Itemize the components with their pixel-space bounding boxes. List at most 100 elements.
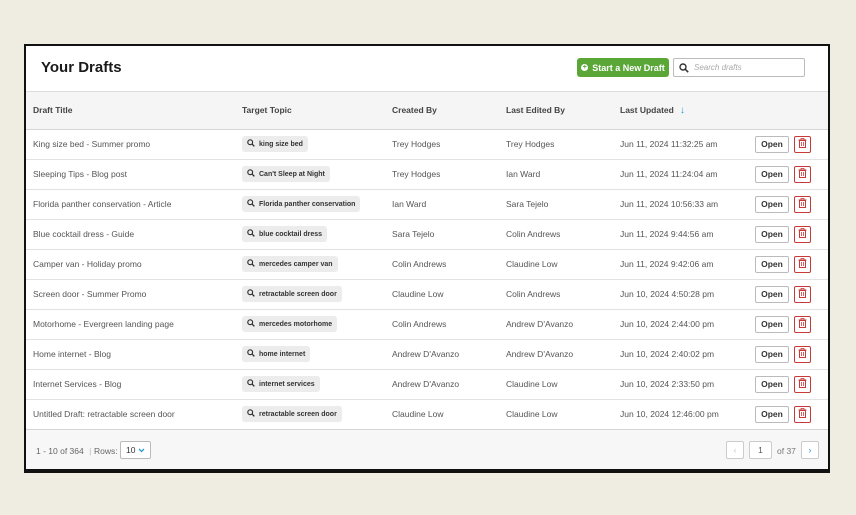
draft-title: Motorhome - Evergreen landing page xyxy=(33,319,174,329)
next-page-button[interactable]: › xyxy=(801,441,819,459)
start-new-draft-button[interactable]: + Start a New Draft xyxy=(577,58,669,77)
sort-descending-icon[interactable]: ↓ xyxy=(680,105,685,116)
target-topic-cell: blue cocktail dress xyxy=(235,219,385,249)
search-icon xyxy=(247,409,255,419)
previous-page-button[interactable]: ‹ xyxy=(726,441,744,459)
row-actions-group: Open xyxy=(755,315,828,333)
page-number-input[interactable]: 1 xyxy=(749,441,772,459)
rows-per-page-label: Rows: xyxy=(94,446,118,456)
last-edited-by: Andrew D'Avanzo xyxy=(506,349,574,359)
topic-tag: home internet xyxy=(242,346,311,362)
table-row[interactable]: Florida panther conservation - Article Fl… xyxy=(26,189,828,219)
result-range: 1 - 10 of 364 | xyxy=(36,446,91,456)
open-button[interactable]: Open xyxy=(755,225,789,243)
search-input[interactable] xyxy=(694,63,798,72)
draft-title: Internet Services - Blog xyxy=(33,379,122,389)
delete-button[interactable] xyxy=(794,285,811,303)
column-header-last-updated-label: Last Updated xyxy=(620,104,674,115)
page-title: Your Drafts xyxy=(41,59,122,76)
rows-per-page-value: 10 xyxy=(126,445,136,455)
last-updated: Jun 11, 2024 11:24:04 am xyxy=(620,169,718,179)
table-row[interactable]: Untitled Draft: retractable screen door r… xyxy=(26,399,828,429)
search-box[interactable] xyxy=(673,58,805,77)
open-button[interactable]: Open xyxy=(755,195,789,213)
topic-label: blue cocktail dress xyxy=(259,230,323,238)
open-button[interactable]: Open xyxy=(755,405,789,423)
target-topic-cell: mercedes camper van xyxy=(235,249,385,279)
column-header-last-updated[interactable]: Last Updated ↓ xyxy=(613,92,748,129)
target-topic-cell: internet services xyxy=(235,369,385,399)
table-row[interactable]: King size bed - Summer promo king size be… xyxy=(26,129,828,159)
draft-title: King size bed - Summer promo xyxy=(33,139,151,149)
created-by: Sara Tejelo xyxy=(392,229,435,239)
last-edited-by: Andrew D'Avanzo xyxy=(506,319,574,329)
topic-tag: king size bed xyxy=(242,136,308,152)
table-row[interactable]: Home internet - Blog home internet Andrew … xyxy=(26,339,828,369)
start-new-draft-label: Start a New Draft xyxy=(592,62,665,73)
column-header-last-edited-by[interactable]: Last Edited By xyxy=(499,92,613,129)
table-row[interactable]: Internet Services - Blog internet service… xyxy=(26,369,828,399)
open-button[interactable]: Open xyxy=(755,375,789,393)
created-by: Trey Hodges xyxy=(392,169,441,179)
open-button[interactable]: Open xyxy=(755,345,789,363)
delete-button[interactable] xyxy=(794,135,811,153)
delete-button[interactable] xyxy=(794,315,811,333)
search-icon xyxy=(247,169,255,179)
draft-title: Florida panther conservation - Article xyxy=(33,199,172,209)
delete-button[interactable] xyxy=(794,345,811,363)
search-icon xyxy=(247,379,255,389)
table-row[interactable]: Blue cocktail dress - Guide blue cocktail… xyxy=(26,219,828,249)
row-actions: Open xyxy=(748,189,828,219)
rows-per-page-select[interactable]: 10 xyxy=(120,441,151,459)
delete-button[interactable] xyxy=(794,165,811,183)
open-button[interactable]: Open xyxy=(755,165,789,183)
table-row[interactable]: Sleeping Tips - Blog post Can't Sleep at … xyxy=(26,159,828,189)
delete-button[interactable] xyxy=(794,375,811,393)
topic-tag: retractable screen door xyxy=(242,406,342,422)
draft-title: Screen door - Summer Promo xyxy=(33,289,147,299)
target-topic-cell: king size bed xyxy=(235,129,385,159)
open-button[interactable]: Open xyxy=(755,285,789,303)
topic-label: internet services xyxy=(259,380,315,388)
target-topic-cell: retractable screen door xyxy=(235,279,385,309)
row-actions: Open xyxy=(748,399,828,429)
topic-label: retractable screen door xyxy=(259,410,337,418)
created-by: Andrew D'Avanzo xyxy=(392,349,460,359)
table-row[interactable]: Camper van - Holiday promo mercedes campe… xyxy=(26,249,828,279)
topic-label: Can't Sleep at Night xyxy=(259,170,325,178)
draft-title: Blue cocktail dress - Guide xyxy=(33,229,135,239)
topic-tag: mercedes camper van xyxy=(242,256,338,272)
delete-button[interactable] xyxy=(794,405,811,423)
delete-button[interactable] xyxy=(794,195,811,213)
topic-tag: Can't Sleep at Night xyxy=(242,166,330,182)
open-button[interactable]: Open xyxy=(755,135,789,153)
trash-icon xyxy=(798,228,807,240)
topic-tag: blue cocktail dress xyxy=(242,226,328,242)
row-actions-group: Open xyxy=(755,165,828,183)
row-actions: Open xyxy=(748,279,828,309)
draft-title: Sleeping Tips - Blog post xyxy=(33,169,128,179)
table-row[interactable]: Motorhome - Evergreen landing page merced… xyxy=(26,309,828,339)
column-header-actions xyxy=(748,92,828,129)
last-updated: Jun 10, 2024 4:50:28 pm xyxy=(620,289,715,299)
column-header-title[interactable]: Draft Title xyxy=(26,92,235,129)
topic-label: mercedes camper van xyxy=(259,260,333,268)
column-header-topic[interactable]: Target Topic xyxy=(235,92,385,129)
result-range-text: 1 - 10 of 364 xyxy=(36,446,84,456)
table-row[interactable]: Screen door - Summer Promo retractable sc… xyxy=(26,279,828,309)
last-updated: Jun 10, 2024 2:33:50 pm xyxy=(620,379,715,389)
column-header-created-by[interactable]: Created By xyxy=(385,92,499,129)
search-icon xyxy=(247,229,255,239)
topic-tag: mercedes motorhome xyxy=(242,316,338,332)
open-button[interactable]: Open xyxy=(755,255,789,273)
delete-button[interactable] xyxy=(794,225,811,243)
last-updated: Jun 11, 2024 11:32:25 am xyxy=(620,139,718,149)
row-actions: Open xyxy=(748,249,828,279)
last-updated: Jun 10, 2024 2:44:00 pm xyxy=(620,319,715,329)
draft-title: Untitled Draft: retractable screen door xyxy=(33,409,175,419)
delete-button[interactable] xyxy=(794,255,811,273)
pagination-footer: 1 - 10 of 364 | Rows: 10 ‹ 1 of 37 › xyxy=(26,429,828,469)
trash-icon xyxy=(798,348,807,360)
trash-icon xyxy=(798,288,807,300)
open-button[interactable]: Open xyxy=(755,315,789,333)
